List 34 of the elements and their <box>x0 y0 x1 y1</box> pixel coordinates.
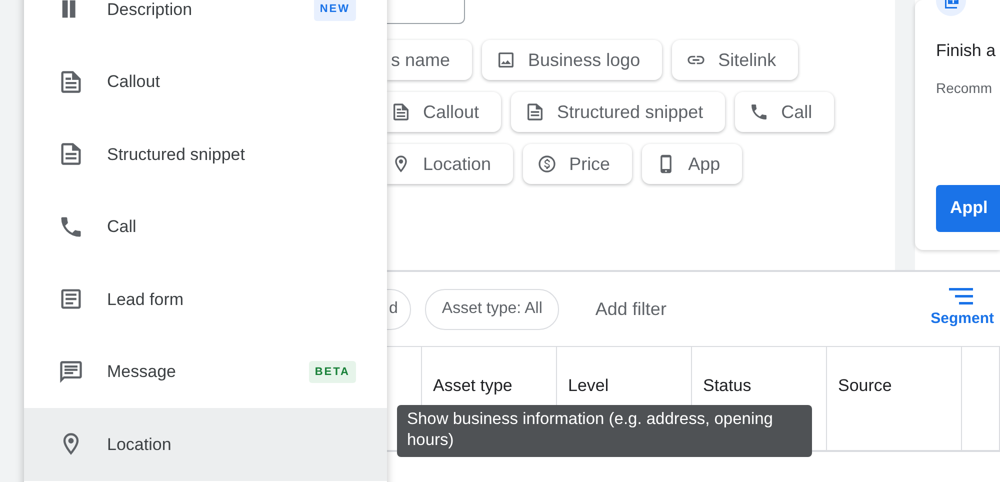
asset-type-chip[interactable]: Call <box>735 92 834 132</box>
apply-button[interactable]: Appl <box>936 184 1000 232</box>
filter-chip[interactable]: d <box>387 288 411 330</box>
dollar-icon <box>537 154 558 174</box>
card-subtitle: Recomm <box>936 78 994 98</box>
menu-item[interactable]: Description NEW <box>24 0 387 46</box>
asset-type-chip[interactable]: Location <box>387 144 514 184</box>
add-filter-link[interactable]: Add filter <box>595 296 666 322</box>
asset-type-chip[interactable]: Price <box>523 144 632 184</box>
input-field[interactable] <box>387 0 465 24</box>
tooltip: Show business information (e.g. address, opening hours) <box>397 405 812 457</box>
message-icon <box>58 358 84 385</box>
asset-type-chip[interactable]: App <box>642 144 742 184</box>
asset-type-chip[interactable]: s name <box>387 40 472 80</box>
asset-type-chip[interactable]: Callout <box>387 92 502 132</box>
document-icon <box>391 102 411 122</box>
badge-label: BETA <box>308 360 356 383</box>
phone-icon <box>749 102 770 122</box>
menu-item[interactable]: Structured snippet <box>24 118 387 190</box>
segment-button[interactable]: Segment <box>930 286 994 330</box>
menu-item[interactable]: Location <box>24 408 387 480</box>
image-icon <box>496 50 516 70</box>
filter-chip[interactable]: Asset type: All <box>424 288 560 330</box>
asset-type-chip[interactable]: Business logo <box>482 40 662 80</box>
badge-label: NEW <box>314 0 356 20</box>
asset-type-chip[interactable]: Sitelink <box>672 40 798 80</box>
column-header: Source <box>827 347 962 450</box>
menu-item[interactable]: Lead form <box>24 263 387 336</box>
menu-item[interactable]: Callout <box>24 46 387 118</box>
menu-item[interactable]: Call <box>24 190 387 263</box>
menu-item[interactable]: Message BETA <box>24 336 387 408</box>
document-icon <box>525 102 546 122</box>
card-title: Finish a <box>936 40 997 62</box>
asset-type-chip[interactable]: Structured snippet <box>511 92 726 132</box>
